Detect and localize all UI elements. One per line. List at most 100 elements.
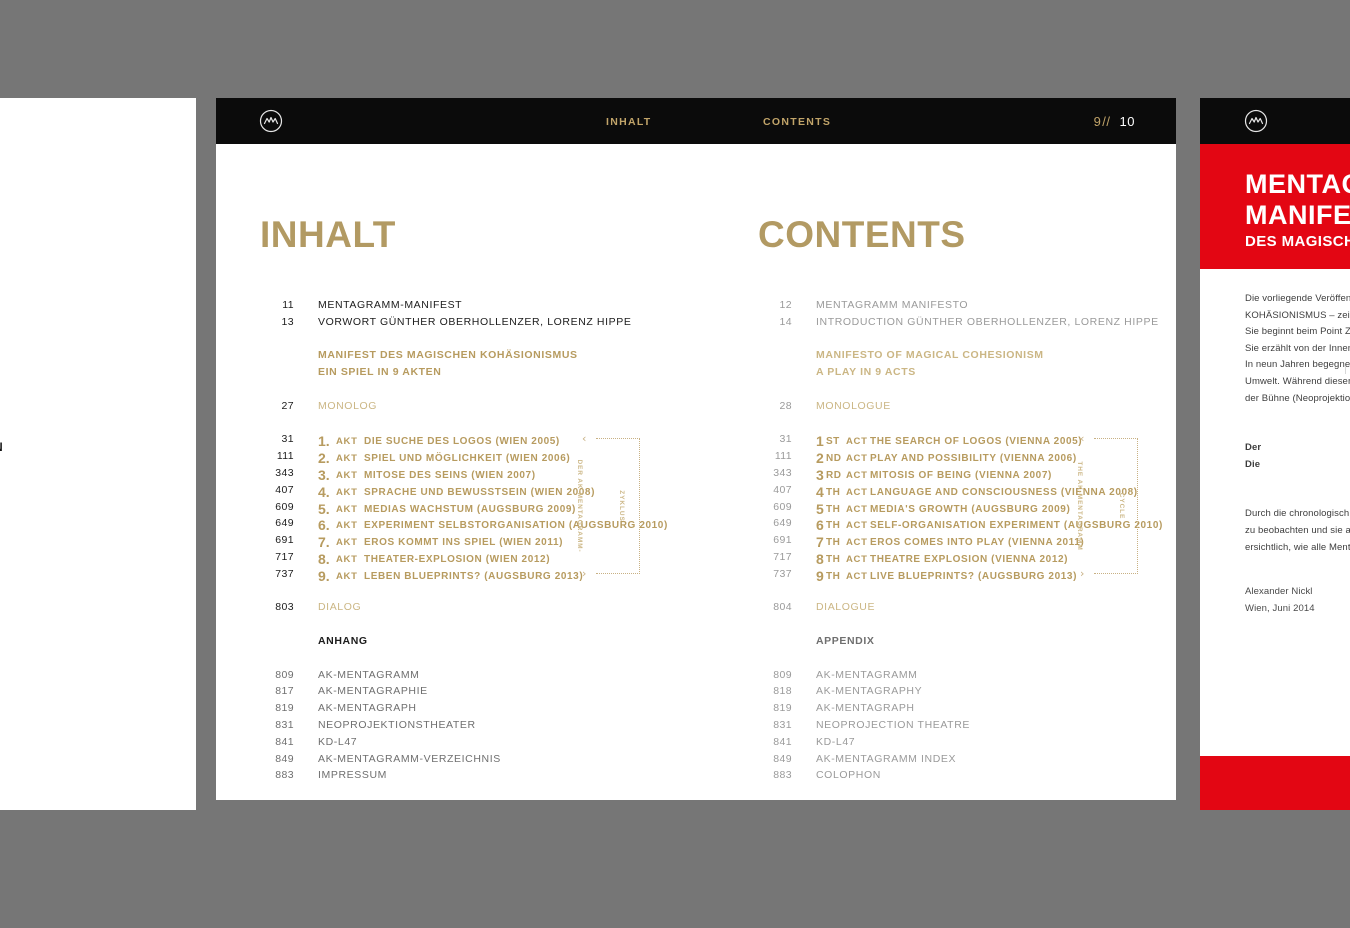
body-line: Sie beginnt beim Point Ze (1245, 326, 1350, 338)
toc-row-appendix[interactable]: 817 AK-MENTAGRAPHIE (260, 685, 720, 702)
toc-row[interactable]: 11 MENTAGRAMM-MANIFEST (260, 299, 720, 316)
act-label: AKT (336, 486, 358, 498)
toc-row[interactable]: 13 VORWORT GÜNTHER OBERHOLLENZER, LORENZ… (260, 316, 720, 333)
act-number: 6. (318, 517, 330, 534)
list-gap (758, 383, 1218, 400)
section-heading-line1: MANIFEST DES MAGISCHEN KOHÄSIONISMUS (318, 349, 578, 362)
toc-row-appendix[interactable]: 849 AK-MENTAGRAMM-VERZEICHNIS (260, 753, 720, 770)
toc-list-german: 11 MENTAGRAMM-MANIFEST 13 VORWORT GÜNTHE… (260, 299, 720, 786)
toc-row-appendix[interactable]: 883 COLOPHON (758, 769, 1218, 786)
toc-row-appendix[interactable]: 841 KD-L47 (260, 736, 720, 753)
toc-row-appendix[interactable]: 831 NEOPROJECTION THEATRE (758, 719, 1218, 736)
left-partial-page: N (0, 98, 196, 810)
row-page: 809 (275, 668, 294, 681)
row-page: 883 (773, 769, 792, 782)
screenshot-stage: N INHALT CONTENTS 9//10 INHALT (0, 0, 1350, 928)
act-label: AKT (336, 537, 358, 549)
toc-row-act[interactable]: 717 8. AKT THEATER-EXPLOSION (WIEN 2012) (260, 551, 720, 568)
toc-row-act[interactable]: 31 1 ST ACT THE SEARCH OF LOGOS (VIENNA … (758, 433, 1218, 450)
toc-row-act[interactable]: 343 3 RD ACT MITOSIS OF BEING (VIENNA 20… (758, 467, 1218, 484)
bracket-line-top (1094, 438, 1138, 440)
toc-row-act[interactable]: 407 4. AKT SPRACHE UND BEWUSSTSEIN (WIEN… (260, 484, 720, 501)
toc-row-dialog[interactable]: 804 DIALOGUE (758, 601, 1218, 618)
bracket-line-side (639, 438, 640, 575)
row-page: 819 (773, 702, 792, 715)
toc-row[interactable]: 14 INTRODUCTION GÜNTHER OBERHOLLENZER, L… (758, 316, 1218, 333)
runhead-german: INHALT (606, 116, 652, 128)
toc-row-act[interactable]: 691 7. AKT EROS KOMMT INS SPIEL (WIEN 20… (260, 534, 720, 551)
toc-row-appendix[interactable]: 818 AK-MENTAGRAPHY (758, 685, 1218, 702)
toc-row-act[interactable]: 649 6 TH ACT SELF-ORGANISATION EXPERIMEN… (758, 517, 1218, 534)
section-heading-row: MANIFEST DES MAGISCHEN KOHÄSIONISMUS (260, 349, 720, 366)
left-page-text-fragment: N (0, 440, 3, 454)
toc-row-act[interactable]: 609 5. AKT MEDIAS WACHSTUM (AUGSBURG 200… (260, 501, 720, 518)
toc-row-appendix[interactable]: 819 AK-MENTAGRAPH (260, 702, 720, 719)
page-title-german: INHALT (260, 214, 396, 255)
body-line: Durch die chronologisch (1245, 508, 1350, 520)
toc-row-act[interactable]: 691 7 TH ACT EROS COMES INTO PLAY (VIENN… (758, 534, 1218, 551)
toc-row-act[interactable]: 609 5 TH ACT MEDIA'S GROWTH (AUGSBURG 20… (758, 501, 1218, 518)
toc-row-act[interactable]: 737 9. AKT LEBEN BLUEPRINTS? (AUGSBURG 2… (260, 568, 720, 585)
row-page: 819 (275, 702, 294, 715)
spread-body: INHALT 11 MENTAGRAMM-MANIFEST 13 VORWORT… (216, 144, 1176, 800)
act-number: 1. (318, 433, 330, 450)
folio: 9// 10 (1094, 114, 1135, 129)
toc-row-appendix[interactable]: 883 IMPRESSUM (260, 769, 720, 786)
centered-line: Die (1245, 458, 1261, 470)
toc-row-act[interactable]: 649 6. AKT EXPERIMENT SELBSTORGANISATION… (260, 517, 720, 534)
body-line: ersichtlich, wie alle Ment (1245, 541, 1350, 553)
act-title: EROS KOMMT INS SPIEL (WIEN 2011) (364, 537, 564, 549)
section-heading-row: A PLAY IN 9 ACTS (758, 366, 1218, 383)
toc-row-appendix[interactable]: 849 AK-MENTAGRAMM INDEX (758, 753, 1218, 770)
toc-row-monolog[interactable]: 27 MONOLOG (260, 400, 720, 417)
act-label: ACT (846, 436, 868, 448)
row-text: MONOLOGUE (816, 399, 891, 412)
toc-row-act[interactable]: 407 4 TH ACT LANGUAGE AND CONSCIOUSNESS … (758, 484, 1218, 501)
act-number: 7. (318, 534, 330, 551)
act-title: SPIEL UND MÖGLICHKEIT (WIEN 2006) (364, 453, 571, 465)
toc-row-appendix[interactable]: 819 AK-MENTAGRAPH (758, 702, 1218, 719)
toc-row-act[interactable]: 31 1. AKT DIE SUCHE DES LOGOS (WIEN 2005… (260, 433, 720, 450)
toc-row-dialog[interactable]: 803 DIALOG (260, 601, 720, 618)
row-text: MENTAGRAMM-MANIFEST (318, 299, 463, 311)
toc-row-appendix[interactable]: 809 AK-MENTAGRAMM (758, 669, 1218, 686)
toc-row-appendix[interactable]: 841 KD-L47 (758, 736, 1218, 753)
row-page: 804 (773, 601, 792, 614)
act-number: 4 (816, 483, 824, 500)
act-number: 5 (816, 500, 824, 517)
toc-row-monolog[interactable]: 28 MONOLOGUE (758, 400, 1218, 417)
toc-row-act[interactable]: 717 8 TH ACT THEATRE EXPLOSION (VIENNA 2… (758, 551, 1218, 568)
row-text: AK-MENTAGRAMM-VERZEICHNIS (318, 752, 501, 765)
list-gap (758, 618, 1218, 635)
row-text: AK-MENTAGRAPH (816, 702, 915, 715)
toc-row-act[interactable]: 111 2 ND ACT PLAY AND POSSIBILITY (VIENN… (758, 450, 1218, 467)
row-text: AK-MENTAGRAMM (816, 668, 918, 681)
act-label: ACT (846, 553, 868, 565)
row-page: 737 (275, 567, 294, 580)
toc-row-appendix[interactable]: 809 AK-MENTAGRAMM (260, 669, 720, 686)
act-label: AKT (336, 436, 358, 448)
row-page: 14 (779, 315, 792, 328)
act-ordinal: ND (826, 453, 842, 465)
cycle-label-line2: ZYKLUS (617, 490, 625, 523)
toc-row-act[interactable]: 737 9 TH ACT LIVE BLUEPRINTS? (AUGSBURG … (758, 568, 1218, 585)
folio-separator: // (1102, 114, 1111, 129)
act-label: AKT (336, 570, 358, 582)
act-number: 3 (816, 466, 824, 483)
act-number: 8. (318, 550, 330, 567)
row-page: 609 (275, 500, 294, 513)
cycle-bracket-english: ‹ › THE AK-MENTAGRAMM CYCLE (1076, 433, 1142, 579)
toc-row[interactable]: 12 MENTAGRAMM MANIFESTO (758, 299, 1218, 316)
row-text: COLOPHON (816, 769, 881, 782)
act-title: MITOSE DES SEINS (WIEN 2007) (364, 469, 536, 481)
body-line: zu beobachten und sie al (1245, 524, 1350, 536)
appendix-heading: APPENDIX (816, 634, 875, 647)
section-heading-line2: EIN SPIEL IN 9 AKTEN (318, 366, 442, 379)
toc-row-act[interactable]: 111 2. AKT SPIEL UND MÖGLICHKEIT (WIEN 2… (260, 450, 720, 467)
row-page: 343 (773, 466, 792, 479)
act-label: AKT (336, 520, 358, 532)
toc-row-act[interactable]: 343 3. AKT MITOSE DES SEINS (WIEN 2007) (260, 467, 720, 484)
toc-row-appendix[interactable]: 831 NEOPROJEKTIONSTHEATER (260, 719, 720, 736)
act-title: THEATER-EXPLOSION (WIEN 2012) (364, 553, 551, 565)
act-title: DIE SUCHE DES LOGOS (WIEN 2005) (364, 436, 560, 448)
